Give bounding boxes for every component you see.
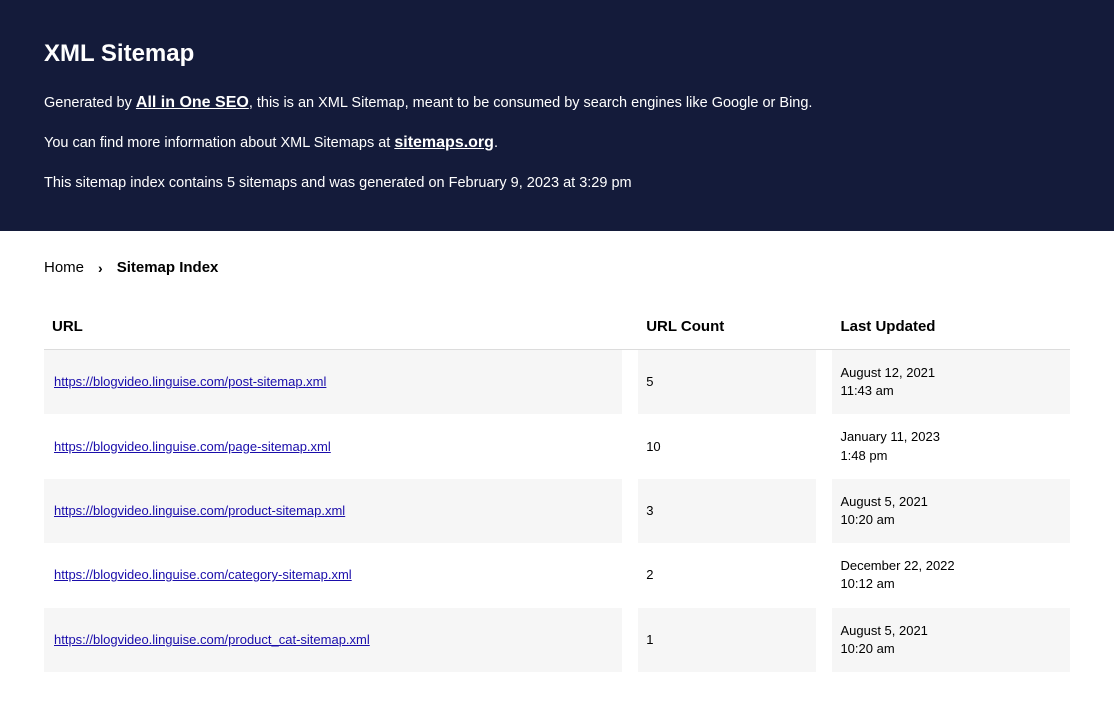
sitemap-link[interactable]: https://blogvideo.linguise.com/category-… [54, 567, 352, 582]
cell-updated: December 22, 202210:12 am [832, 543, 1070, 607]
cell-updated: August 5, 202110:20 am [832, 479, 1070, 543]
breadcrumb-home-link[interactable]: Home [44, 259, 84, 276]
content: URL URL Count Last Updated https://blogv… [0, 300, 1114, 712]
sitemap-link[interactable]: https://blogvideo.linguise.com/product-s… [54, 503, 345, 518]
table-row: https://blogvideo.linguise.com/product-s… [44, 479, 1070, 543]
page-title: XML Sitemap [44, 40, 1070, 68]
table-row: https://blogvideo.linguise.com/category-… [44, 543, 1070, 607]
cell-count: 10 [638, 414, 816, 478]
cell-count: 2 [638, 543, 816, 607]
sitemap-link[interactable]: https://blogvideo.linguise.com/page-site… [54, 439, 331, 454]
header-line-3: This sitemap index contains 5 sitemaps a… [44, 173, 1070, 193]
cell-count: 1 [638, 608, 816, 672]
header-line-2: You can find more information about XML … [44, 132, 1070, 154]
header-url: URL [44, 300, 622, 350]
cell-count: 3 [638, 479, 816, 543]
header-updated: Last Updated [832, 300, 1070, 350]
breadcrumb: Home › Sitemap Index [0, 231, 1114, 300]
cell-updated: August 12, 202111:43 am [832, 350, 1070, 415]
sitemap-link[interactable]: https://blogvideo.linguise.com/product_c… [54, 632, 370, 647]
cell-url: https://blogvideo.linguise.com/product_c… [44, 608, 622, 672]
all-in-one-seo-link[interactable]: All in One SEO [136, 94, 249, 111]
chevron-right-icon: › [98, 260, 103, 276]
cell-url: https://blogvideo.linguise.com/page-site… [44, 414, 622, 478]
sitemap-link[interactable]: https://blogvideo.linguise.com/post-site… [54, 374, 326, 389]
cell-updated: January 11, 20231:48 pm [832, 414, 1070, 478]
breadcrumb-current: Sitemap Index [117, 259, 219, 276]
cell-url: https://blogvideo.linguise.com/post-site… [44, 350, 622, 415]
cell-url: https://blogvideo.linguise.com/category-… [44, 543, 622, 607]
table-row: https://blogvideo.linguise.com/post-site… [44, 350, 1070, 415]
cell-count: 5 [638, 350, 816, 415]
table-row: https://blogvideo.linguise.com/page-site… [44, 414, 1070, 478]
cell-updated: August 5, 202110:20 am [832, 608, 1070, 672]
sitemap-table: URL URL Count Last Updated https://blogv… [44, 300, 1070, 672]
table-row: https://blogvideo.linguise.com/product_c… [44, 608, 1070, 672]
header-line-1: Generated by All in One SEO, this is an … [44, 92, 1070, 114]
cell-url: https://blogvideo.linguise.com/product-s… [44, 479, 622, 543]
header-count: URL Count [638, 300, 816, 350]
header: XML Sitemap Generated by All in One SEO,… [0, 0, 1114, 231]
sitemaps-org-link[interactable]: sitemaps.org [394, 134, 494, 151]
